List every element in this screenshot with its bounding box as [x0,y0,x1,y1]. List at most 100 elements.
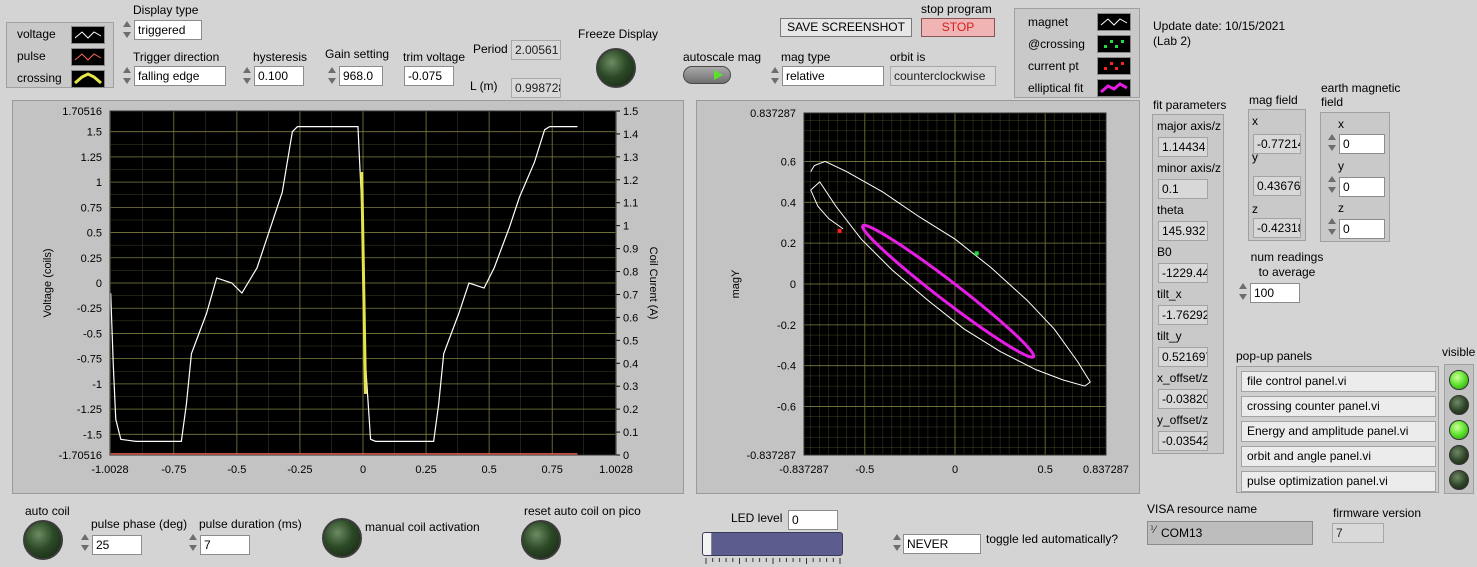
y-axis-label: Voltage (coils) [42,248,54,317]
toggle-led-field[interactable]: NEVER [903,534,981,554]
x-tick-label: -1.0028 [91,464,128,476]
mag-type-field[interactable]: relative [782,66,884,86]
visa-value: COM13 [1161,526,1203,540]
popup-panel-item[interactable]: Energy and amplitude panel.vi [1241,421,1436,442]
popup-visible-led[interactable] [1449,470,1469,490]
earth-field-z-input[interactable]: 0 [1339,219,1385,239]
popup-visible-led[interactable] [1449,395,1469,415]
y2-tick-label: 1.3 [623,152,638,164]
legend-voltage-label: voltage [17,27,56,41]
led-level-field[interactable]: 0 [788,510,838,530]
pulse-phase-stepper[interactable] [80,531,90,559]
popup-panel-item[interactable]: crossing counter panel.vi [1241,396,1436,417]
y-tick-label: 0.25 [81,253,102,265]
popup-panel-item[interactable]: pulse optimization panel.vi [1241,471,1436,492]
fit-param-label: y_offset/z [1157,413,1209,427]
y-tick-label: 0.75 [81,202,102,214]
legend-crossing-label: crossing [17,71,62,85]
autoscale-indicator-icon [714,70,723,80]
popup-panels-list: file control panel.vi crossing counter pa… [1236,366,1439,493]
legend-magnet-swatch[interactable] [1097,13,1131,31]
popup-panel-item[interactable]: orbit and angle panel.vi [1241,446,1436,467]
visa-label: VISA resource name [1147,502,1258,516]
led-level-slider[interactable] [702,532,843,556]
y-tick-label: -0.5 [83,328,102,340]
y-axis-label: magY [730,269,742,298]
led-level-scale [705,558,841,564]
manual-coil-button[interactable] [322,518,362,558]
y-tick-label: 0.2 [781,238,796,250]
y-tick-label: -1.5 [83,429,102,441]
reset-auto-coil-button[interactable] [521,520,561,560]
popup-visible-led[interactable] [1449,420,1469,440]
autoscale-mag-toggle[interactable] [683,66,731,84]
y2-tick-label: 1.5 [623,106,638,118]
legend-crossing-swatch[interactable] [71,70,105,88]
visa-field[interactable]: ⅟ COM13 [1147,521,1313,545]
hysteresis-field[interactable]: 0.100 [254,66,304,86]
y-tick-label: 0 [790,279,796,291]
earth-y-stepper[interactable] [1327,173,1337,201]
fit-param-value: -0.03542 [1158,431,1208,451]
gain-setting-field[interactable]: 968.0 [339,66,383,86]
num-readings-field[interactable]: 100 [1250,283,1300,303]
earth-field-title: earth magnetic field [1321,81,1401,109]
hysteresis-stepper[interactable] [242,64,252,92]
earth-field-y-input[interactable]: 0 [1339,177,1385,197]
trigger-direction-stepper[interactable] [122,64,132,92]
mag-field-x-label: x [1252,114,1258,128]
visible-label: visible [1442,345,1476,359]
earth-z-stepper[interactable] [1327,215,1337,243]
fit-param-value: -1.76292 [1158,305,1208,325]
popup-visible-led[interactable] [1449,370,1469,390]
voltage-chart[interactable]: 1.70516 1.5 1.25 1 0.75 0.5 0.25 0 -0.25 -0.5 -0.7… [13,101,683,493]
y-tick-label: 0.6 [781,156,796,168]
legend-magnet-label: magnet [1028,15,1069,29]
fit-param-value: 1.14434 [1158,137,1208,157]
mag-field-y-label: y [1252,150,1258,164]
legend-pulse-swatch[interactable] [71,48,105,66]
orbit-value: counterclockwise [890,66,996,86]
gain-setting-stepper[interactable] [327,64,337,92]
legend-crossing-pt-swatch[interactable] [1097,35,1131,53]
length-value: 0.998728 [511,78,561,98]
legend-current-pt-swatch[interactable] [1097,57,1131,75]
x-tick-label: 0.25 [415,464,436,476]
fit-param-label: theta [1157,203,1184,217]
earth-field-panel: x 0 y 0 z 0 [1320,112,1390,242]
trim-voltage-field[interactable]: -0.075 [404,66,454,86]
popup-panel-item[interactable]: file control panel.vi [1241,371,1436,392]
display-type-stepper[interactable] [122,18,132,46]
x-tick-label: -0.25 [287,464,312,476]
legend-voltage-swatch[interactable] [71,26,105,44]
lab-text: (Lab 2) [1153,34,1192,48]
popup-visible-led[interactable] [1449,445,1469,465]
mag-type-label: mag type [781,50,831,64]
display-type-field[interactable]: triggered [134,20,202,40]
pulse-duration-field[interactable]: 7 [200,535,250,555]
y2-tick-label: 0.3 [623,381,638,393]
mag-orbit-chart[interactable]: 0.837287 0.6 0.4 0.2 0 -0.2 -0.4 -0.6 -0.837287 -… [697,101,1139,493]
pulse-phase-field[interactable]: 25 [92,535,142,555]
earth-field-x-input[interactable]: 0 [1339,134,1385,154]
gain-setting-label: Gain setting [325,47,390,61]
mag-type-stepper[interactable] [770,64,780,92]
fit-param-value: -1229.44 [1158,263,1208,283]
fit-param-value: -0.03820 [1158,389,1208,409]
legend-fit-swatch[interactable] [1097,79,1131,97]
freeze-display-button[interactable] [596,48,636,88]
num-readings-stepper[interactable] [1238,280,1248,308]
pulse-phase-label: pulse phase (deg) [91,517,188,531]
stop-button[interactable]: STOP [921,18,995,37]
auto-coil-button[interactable] [23,520,63,560]
earth-x-stepper[interactable] [1327,131,1337,159]
save-screenshot-button[interactable]: SAVE SCREENSHOT [780,18,912,37]
toggle-led-stepper[interactable] [892,531,902,559]
mag-field-z-label: z [1252,202,1258,216]
y-tick-label: -0.837287 [746,450,796,462]
trigger-direction-field[interactable]: falling edge [134,66,226,86]
mag-chart-panel: 0.837287 0.6 0.4 0.2 0 -0.2 -0.4 -0.6 -0.837287 -… [696,100,1140,494]
led-level-slider-thumb[interactable] [703,533,712,555]
led-level-label: LED level [731,511,783,525]
pulse-duration-stepper[interactable] [188,531,198,559]
